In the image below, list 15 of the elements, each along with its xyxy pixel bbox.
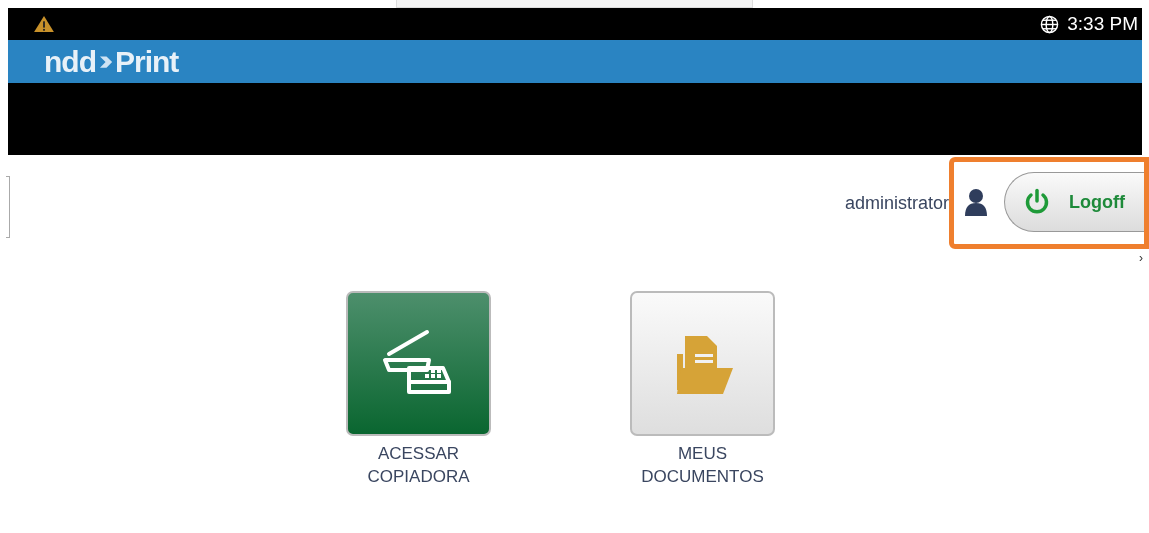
- user-name: administrator: [844, 192, 949, 214]
- user-icon: [964, 188, 988, 216]
- tile-label: MEUS DOCUMENTOS: [641, 443, 764, 488]
- next-arrow[interactable]: ›: [1139, 251, 1143, 281]
- power-icon: [1023, 188, 1051, 216]
- logoff-button[interactable]: Logoff: [1004, 172, 1144, 232]
- panel-edge: [6, 176, 10, 238]
- tile-button[interactable]: [630, 291, 775, 436]
- globe-icon: [1040, 14, 1060, 34]
- tile-button[interactable]: [346, 291, 491, 436]
- status-time: 3:33 PM: [1067, 13, 1138, 35]
- tile-label: ACESSAR COPIADORA: [367, 443, 470, 488]
- logo-text: Print: [115, 44, 179, 79]
- logo-text: ndd: [44, 44, 96, 79]
- chevron-icon: [99, 53, 114, 70]
